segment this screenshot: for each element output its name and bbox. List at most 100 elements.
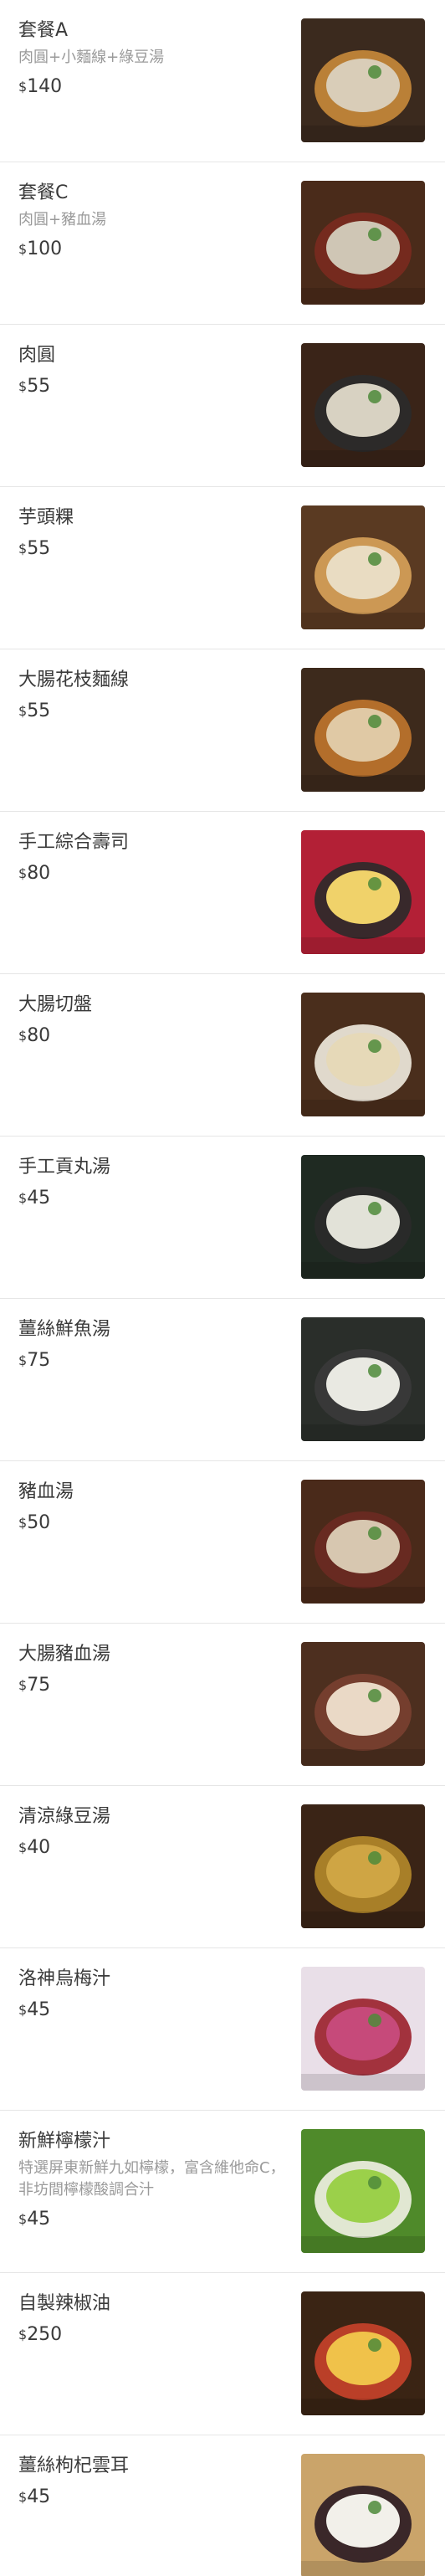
menu-item-name: 手工貢丸湯: [18, 1157, 111, 1178]
menu-item[interactable]: 大腸切盤 $80: [0, 974, 445, 1137]
menu-item-name: 大腸切盤: [18, 994, 93, 1015]
menu-item[interactable]: 手工貢丸湯 $45: [0, 1137, 445, 1299]
price-amount: 45: [27, 1999, 51, 2020]
price-amount: 50: [27, 1512, 51, 1533]
menu-item-name: 手工綜合壽司: [18, 832, 130, 853]
currency-symbol: $: [18, 1028, 28, 1044]
menu-item-name: 大腸豬血湯: [18, 1644, 111, 1665]
currency-symbol: $: [18, 2327, 28, 2343]
sushi-photo[interactable]: [301, 830, 425, 954]
menu-item[interactable]: 薑絲枸杞雲耳 $45: [0, 2435, 445, 2576]
lemon-juice-photo[interactable]: [301, 2129, 425, 2253]
menu-item-price: $45: [18, 1999, 286, 2022]
menu-item[interactable]: 洛神烏梅汁 $45: [0, 1948, 445, 2111]
price-amount: 80: [27, 863, 51, 884]
menu-item-name: 薑絲鮮魚湯: [18, 1319, 111, 1340]
menu-item[interactable]: 大腸豬血湯 $75: [0, 1624, 445, 1786]
price-amount: 55: [27, 538, 51, 559]
menu-item[interactable]: 芋頭粿 $55: [0, 487, 445, 649]
currency-symbol: $: [18, 2002, 28, 2018]
menu-item-info: 薑絲枸杞雲耳 $45: [18, 2454, 286, 2509]
menu-item-name: 套餐A: [18, 20, 69, 41]
menu-item-price: $50: [18, 1511, 286, 1535]
menu-item[interactable]: 手工綜合壽司 $80: [0, 812, 445, 974]
currency-symbol: $: [18, 1190, 28, 1206]
menu-item-info: 新鮮檸檬汁特選屏東新鮮九如檸檬，富含維他命C，非坊間檸檬酸調合汁 $45: [18, 2129, 286, 2231]
intestine-blood-soup-photo[interactable]: [301, 1642, 425, 1766]
menu-item-info: 薑絲鮮魚湯 $75: [18, 1317, 286, 1373]
currency-symbol: $: [18, 1515, 28, 1531]
menu-item[interactable]: 自製辣椒油 $250: [0, 2273, 445, 2435]
currency-symbol: $: [18, 79, 28, 95]
price-amount: 80: [27, 1025, 51, 1046]
price-amount: 45: [27, 1188, 51, 1208]
menu-item-info: 手工貢丸湯 $45: [18, 1155, 286, 1210]
menu-item-description: 特選屏東新鮮九如檸檬，富含維他命C，非坊間檸檬酸調合汁: [18, 2159, 285, 2199]
meal-set-c-photo[interactable]: [301, 181, 425, 305]
price-amount: 40: [27, 1837, 51, 1858]
currency-symbol: $: [18, 378, 28, 394]
menu-item-price: $45: [18, 1187, 286, 1210]
menu-item-price: $80: [18, 862, 286, 885]
menu-item-info: 清涼綠豆湯 $40: [18, 1804, 286, 1860]
fish-soup-photo[interactable]: [301, 1317, 425, 1441]
menu-item[interactable]: 套餐A 肉圓+小麵線+綠豆湯 $140: [0, 0, 445, 162]
currency-symbol: $: [18, 1677, 28, 1693]
menu-list: 套餐A 肉圓+小麵線+綠豆湯 $140 套餐C 肉圓+豬血湯 $100 肉圓 $55 芋頭粿 $5…: [0, 0, 445, 2576]
price-amount: 250: [27, 2324, 63, 2345]
currency-symbol: $: [18, 2489, 28, 2505]
mung-bean-soup-photo[interactable]: [301, 1804, 425, 1928]
menu-item-price: $55: [18, 700, 286, 723]
menu-item-info: 芋頭粿 $55: [18, 505, 286, 561]
menu-item-price: $40: [18, 1836, 286, 1860]
menu-item[interactable]: 清涼綠豆湯 $40: [0, 1786, 445, 1948]
menu-item-description: 肉圓+小麵線+綠豆湯: [18, 49, 165, 66]
meal-set-a-photo[interactable]: [301, 18, 425, 142]
menu-item-name: 大腸花枝麵線: [18, 670, 130, 690]
price-amount: 45: [27, 2209, 51, 2230]
menu-item-name: 芋頭粿: [18, 507, 74, 528]
menu-item-name: 肉圓: [18, 345, 56, 366]
menu-item[interactable]: 大腸花枝麵線 $55: [0, 649, 445, 812]
meatball-photo[interactable]: [301, 343, 425, 467]
menu-item[interactable]: 新鮮檸檬汁特選屏東新鮮九如檸檬，富含維他命C，非坊間檸檬酸調合汁 $45: [0, 2111, 445, 2273]
price-amount: 75: [27, 1675, 51, 1696]
currency-symbol: $: [18, 703, 28, 719]
menu-item[interactable]: 套餐C 肉圓+豬血湯 $100: [0, 162, 445, 325]
wood-ear-photo[interactable]: [301, 2454, 425, 2576]
roselle-plum-juice-photo[interactable]: [301, 1967, 425, 2091]
menu-item[interactable]: 豬血湯 $50: [0, 1461, 445, 1624]
currency-symbol: $: [18, 1840, 28, 1855]
menu-item-price: $250: [18, 2323, 286, 2347]
menu-item-price: $55: [18, 537, 286, 561]
menu-item-name: 新鮮檸檬汁: [18, 2131, 111, 2152]
menu-item-price: $75: [18, 1674, 286, 1697]
menu-item-description: 肉圓+豬血湯: [18, 211, 107, 228]
menu-item-info: 大腸切盤 $80: [18, 993, 286, 1048]
price-amount: 55: [27, 700, 51, 721]
price-amount: 45: [27, 2486, 51, 2507]
menu-item-info: 大腸花枝麵線 $55: [18, 668, 286, 723]
meatball-soup-photo[interactable]: [301, 1155, 425, 1279]
menu-item-name: 清涼綠豆湯: [18, 1806, 111, 1827]
currency-symbol: $: [18, 1352, 28, 1368]
menu-item-price: $140: [18, 75, 286, 99]
menu-item-info: 自製辣椒油 $250: [18, 2291, 286, 2347]
intestine-noodle-photo[interactable]: [301, 668, 425, 792]
menu-item-price: $45: [18, 2486, 286, 2509]
currency-symbol: $: [18, 541, 28, 557]
pig-blood-soup-photo[interactable]: [301, 1480, 425, 1604]
menu-item[interactable]: 薑絲鮮魚湯 $75: [0, 1299, 445, 1461]
chili-oil-photo[interactable]: [301, 2291, 425, 2415]
menu-item-price: $55: [18, 375, 286, 398]
intestine-platter-photo[interactable]: [301, 993, 425, 1116]
menu-item[interactable]: 肉圓 $55: [0, 325, 445, 487]
price-amount: 140: [27, 76, 63, 97]
menu-item-price: $80: [18, 1024, 286, 1048]
menu-item-price: $45: [18, 2208, 286, 2231]
menu-item-info: 套餐A 肉圓+小麵線+綠豆湯 $140: [18, 18, 286, 99]
menu-item-name: 薑絲枸杞雲耳: [18, 2455, 130, 2476]
taro-cake-photo[interactable]: [301, 505, 425, 629]
menu-item-info: 豬血湯 $50: [18, 1480, 286, 1535]
currency-symbol: $: [18, 241, 28, 257]
